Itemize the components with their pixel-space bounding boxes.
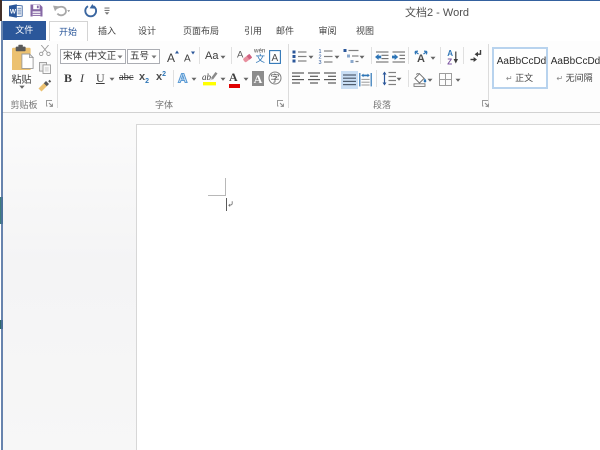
svg-text:A: A <box>178 71 188 85</box>
svg-text:文: 文 <box>256 53 266 63</box>
svg-text:A: A <box>272 53 279 64</box>
svg-text:3: 3 <box>319 60 322 64</box>
svg-text:A: A <box>184 54 191 63</box>
svg-text:A: A <box>167 51 175 63</box>
svg-text:Z: Z <box>447 58 452 66</box>
svg-text:ab: ab <box>202 72 212 82</box>
svg-text:A: A <box>417 53 425 63</box>
svg-text:W: W <box>10 8 17 15</box>
svg-text:A: A <box>237 50 244 61</box>
svg-text:字: 字 <box>270 73 279 84</box>
